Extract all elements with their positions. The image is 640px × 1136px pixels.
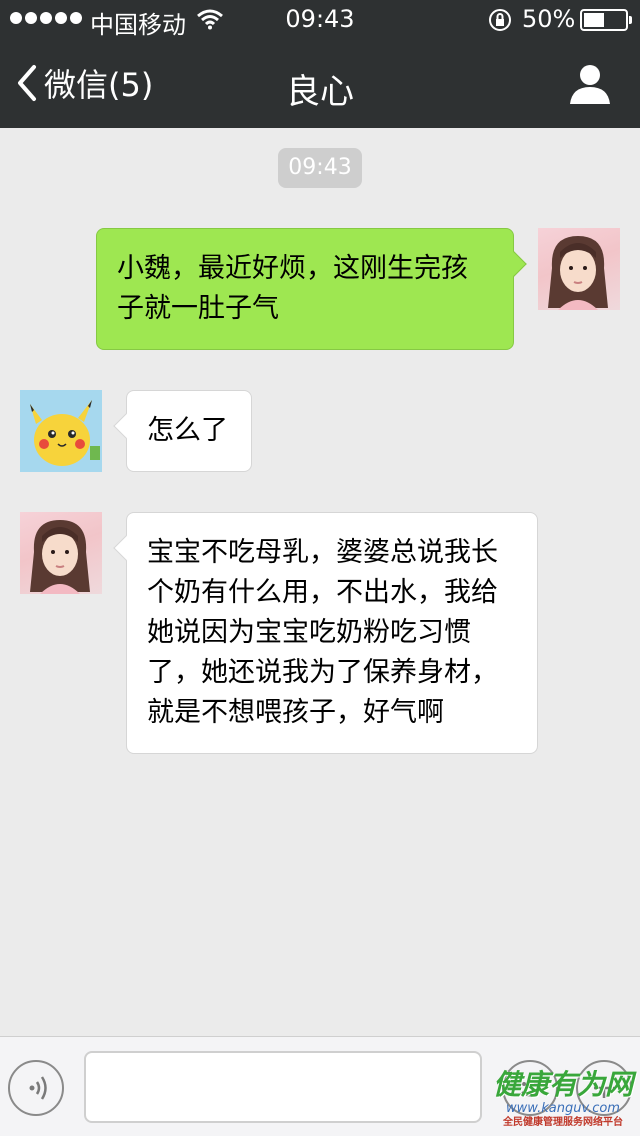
status-bar: 中国移动 09:43 50% (0, 0, 640, 40)
message-text: 怎么了 (147, 415, 228, 446)
message-bubble-sent[interactable]: 小魏，最近好烦，这刚生完孩 子就一肚子气 (96, 228, 527, 350)
message-text: 她说因为宝宝吃奶粉吃习惯 (147, 617, 471, 648)
girl-avatar[interactable] (20, 512, 102, 594)
watermark-logo: 健康有为网 www.kanguv.com 全民健康管理服务网络平台 (490, 1068, 636, 1134)
rotation-lock-icon (488, 8, 512, 38)
message-text: 了，她还说我为了保养身材， (147, 657, 498, 688)
person-icon (570, 65, 610, 104)
nav-bar: 微信(5) 良心 (0, 40, 640, 128)
watermark-url: www.kanguv.com (506, 1101, 620, 1116)
battery-percent: 50% (522, 5, 576, 33)
voice-button[interactable] (8, 1060, 64, 1116)
profile-button[interactable] (568, 62, 612, 106)
voice-icon (29, 1076, 47, 1100)
watermark-main: 健康有为网 (492, 1068, 633, 1101)
message-text: 子就一肚子气 (117, 293, 279, 324)
message-text: 个奶有什么用，不出水，我给 (147, 577, 498, 608)
message-text: 宝宝不吃母乳，婆婆总说我长 (147, 537, 498, 568)
pikachu-avatar[interactable] (20, 390, 102, 472)
message-bubble-received[interactable]: 宝宝不吃母乳，婆婆总说我长 个奶有什么用，不出水，我给 她说因为宝宝吃奶粉吃习惯… (113, 512, 538, 754)
girl-avatar[interactable] (538, 228, 620, 310)
chat-timestamp: 09:43 (278, 148, 362, 188)
message-bubble-received[interactable]: 怎么了 (113, 390, 252, 472)
message-input[interactable] (84, 1051, 482, 1123)
message-text: 小魏，最近好烦，这刚生完孩 (117, 253, 468, 284)
watermark-sub: 全民健康管理服务网络平台 (503, 1117, 623, 1128)
battery-icon (580, 9, 632, 31)
chat-title: 良心 (286, 72, 354, 112)
message-text: 就是不想喂孩子，好气啊 (147, 697, 444, 728)
